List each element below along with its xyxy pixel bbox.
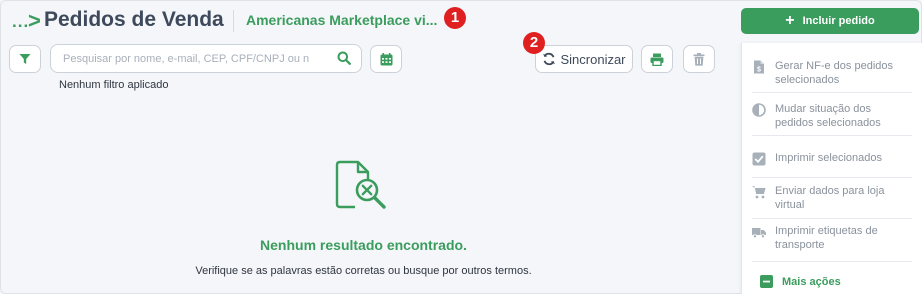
breadcrumb-ellipsis[interactable]: ... (12, 12, 29, 32)
svg-text:$: $ (757, 67, 761, 74)
calendar-button[interactable] (370, 45, 402, 73)
empty-state-subtitle: Verifique se as palavras estão corretas … (195, 265, 532, 277)
search-box (50, 44, 362, 73)
document-icon: $ (754, 60, 764, 74)
action-divider (752, 92, 912, 93)
action-print-labels[interactable]: Imprimir etiquetas de transporte (752, 224, 912, 252)
sync-label: Sincronizar (560, 51, 626, 67)
checkbox-icon (752, 152, 766, 166)
filter-icon (19, 54, 31, 64)
empty-state-title: Nenhum resultado encontrado. (260, 237, 467, 253)
more-actions-label: Mais ações (782, 275, 841, 288)
action-divider (752, 135, 912, 136)
action-divider (752, 218, 912, 219)
action-change-status[interactable]: Mudar situação dos pedidos selecionados (752, 102, 912, 130)
annotation-badge-1: 1 (444, 7, 466, 29)
annotation-badge-2: 2 (523, 32, 545, 54)
delete-button[interactable] (683, 45, 715, 73)
action-print-labels-label: Imprimir etiquetas de (775, 225, 878, 237)
more-actions-button[interactable]: Mais ações (760, 275, 841, 288)
truck-icon (752, 228, 766, 239)
half-circle-icon (752, 103, 766, 117)
sync-button[interactable]: Sincronizar (535, 45, 633, 73)
trash-icon (693, 52, 705, 66)
printer-icon (650, 53, 664, 66)
action-send-to-store[interactable]: Enviar dados para loja virtual (752, 184, 912, 212)
action-send-to-store-label-2: virtual (775, 199, 805, 211)
action-generate-nfe-label-2: selecionados (775, 74, 840, 86)
action-print-selected-label: Imprimir selecionados (775, 152, 882, 164)
action-print-selected[interactable]: Imprimir selecionados (752, 151, 912, 166)
action-change-status-label-2: pedidos selecionados (775, 117, 881, 129)
action-print-labels-label-2: transporte (775, 239, 825, 251)
filter-button[interactable] (9, 45, 41, 73)
action-generate-nfe[interactable]: $ Gerar NF-e dos pedidos selecionados (752, 59, 912, 87)
print-button[interactable] (641, 45, 673, 73)
document-search-icon (335, 160, 386, 209)
search-input[interactable] (63, 51, 333, 67)
include-order-button[interactable]: + Incluir pedido (741, 8, 919, 34)
action-generate-nfe-label: Gerar NF-e dos pedidos (775, 60, 893, 72)
action-divider (752, 177, 912, 178)
calendar-icon (380, 52, 392, 65)
search-icon[interactable] (337, 51, 351, 65)
title-divider (233, 10, 234, 32)
plus-icon: + (785, 12, 795, 29)
actions-panel: $ Gerar NF-e dos pedidos selecionados Mud… (741, 43, 922, 294)
breadcrumb-chevron-icon: > (28, 8, 41, 33)
action-divider (752, 261, 912, 262)
cart-icon (752, 186, 766, 199)
action-send-to-store-label: Enviar dados para loja (775, 185, 885, 197)
page-title: Pedidos de Venda (44, 8, 224, 31)
minus-square-icon (760, 275, 773, 288)
filter-status-text: Nenhum filtro aplicado (59, 79, 169, 91)
store-selector[interactable]: Americanas Marketplace vi... (246, 12, 437, 28)
include-order-label: Incluir pedido (802, 15, 875, 27)
action-change-status-label: Mudar situação dos (775, 103, 871, 115)
sync-icon (543, 52, 556, 66)
